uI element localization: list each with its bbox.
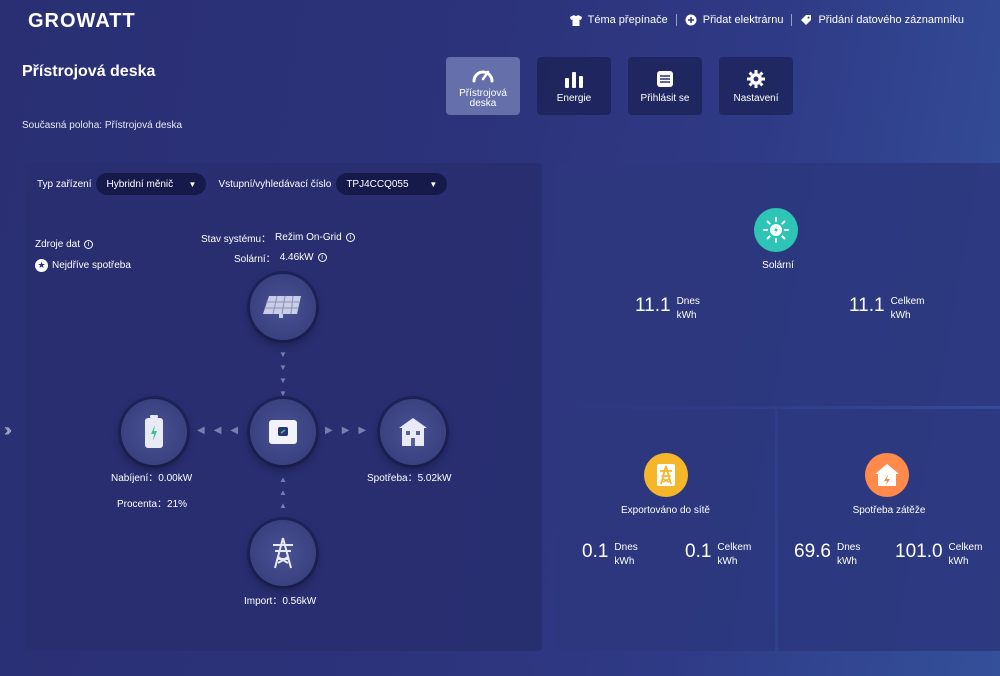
gauge-icon: [471, 63, 495, 85]
import-readout: Import：0.56kW: [244, 596, 317, 607]
consumption-readout: Spotřeba：5.02kW: [367, 473, 452, 484]
consumption-node[interactable]: [380, 399, 446, 465]
load-total: 101.0 Celkem kWh: [895, 541, 983, 567]
solar-card-title: Solární: [762, 260, 794, 271]
info-icon[interactable]: i: [345, 233, 355, 242]
percent-readout: Procenta：21%: [117, 499, 188, 510]
filters: Typ zařízení Hybridní měnič ▼ Vstupní/vy…: [37, 173, 448, 195]
tab-energy[interactable]: Energie: [537, 57, 611, 115]
solar-node[interactable]: [250, 274, 316, 340]
power-tower-icon: [273, 537, 293, 569]
device-type-label: Typ zařízení: [37, 178, 92, 190]
shirt-icon: [569, 14, 582, 26]
add-datalogger-link[interactable]: Přidání datového záznamníku: [800, 14, 964, 26]
data-source: Zdroje dat i ★ Nejdříve spotřeba: [35, 239, 131, 272]
expand-sidebar-icon[interactable]: ››: [4, 420, 12, 441]
data-source-title: Zdroje dat: [35, 239, 81, 250]
house-icon: [399, 418, 427, 446]
system-status: Stav systému： Režim On-Grid i: [201, 230, 355, 245]
solar-today: 11.1 Dnes kWh: [635, 295, 700, 321]
flow-arrows-left: ◀◀◀: [197, 425, 248, 436]
export-card-title: Exportováno do sítě: [621, 505, 710, 516]
export-today: 0.1 Dnes kWh: [582, 541, 638, 567]
solar-power: Solární： 4.46kW i: [234, 250, 327, 265]
export-total: 0.1 Celkem kWh: [685, 541, 752, 567]
info-icon[interactable]: i: [317, 253, 327, 262]
tag-icon: [800, 14, 812, 26]
top-links: Téma přepínače Přidat elektrárnu Přidání…: [569, 14, 964, 26]
solar-panel-icon: [263, 295, 301, 318]
load-card-title: Spotřeba zátěže: [852, 505, 926, 516]
star-icon: ★: [35, 259, 48, 272]
solar-card: Solární 11.1 Dnes kWh 11.1 Celkem kWh: [556, 163, 1000, 406]
inverter-icon: [269, 420, 297, 444]
divider: [791, 14, 793, 26]
data-source-option[interactable]: ★ Nejdříve spotřeba: [35, 259, 131, 272]
growatt-logo[interactable]: GROWATT: [28, 10, 136, 33]
page-title: Přístrojová deska: [22, 63, 156, 80]
main-tabs: Přístrojová deska Energie Přihlásit se N…: [446, 57, 793, 115]
grid-tower-icon: [644, 453, 688, 497]
load-card: Spotřeba zátěže 69.6 Dnes kWh 101.0 Celke…: [778, 409, 1000, 651]
grid-node[interactable]: [250, 520, 316, 586]
house-power-icon: [865, 453, 909, 497]
divider: [675, 14, 677, 26]
bar-chart-icon: [563, 68, 585, 90]
tab-log[interactable]: Přihlásit se: [628, 57, 702, 115]
inverter-node[interactable]: [250, 399, 316, 465]
plus-circle-icon: [685, 14, 697, 26]
flow-arrows-up: ▲ ▲ ▲: [279, 475, 287, 510]
export-card: Exportováno do sítě 0.1 Dnes kWh 0.1 Celk…: [556, 409, 775, 651]
serial-label: Vstupní/vyhledávací číslo: [218, 178, 332, 190]
log-icon: [655, 68, 675, 90]
solar-total: 11.1 Celkem kWh: [849, 295, 925, 321]
theme-switch-link[interactable]: Téma přepínače: [569, 14, 668, 26]
charging-readout: Nabíjení：0.00kW: [111, 473, 193, 484]
flow-arrows-down: ▼ ▼ ▼ ▼: [279, 350, 287, 398]
breadcrumb: Současná poloha: Přístrojová deska: [22, 120, 183, 131]
flow-arrows-right: ▶▶▶: [325, 425, 376, 436]
caret-down-icon: ▼: [429, 179, 438, 189]
tab-settings[interactable]: Nastavení: [719, 57, 793, 115]
load-today: 69.6 Dnes kWh: [794, 541, 861, 567]
battery-icon: [145, 415, 163, 448]
tab-dashboard[interactable]: Přístrojová deska: [446, 57, 520, 115]
flow-panel: Typ zařízení Hybridní měnič ▼ Vstupní/vy…: [25, 163, 542, 651]
gear-icon: [746, 68, 766, 90]
caret-down-icon: ▼: [188, 179, 197, 189]
sun-icon: [754, 208, 798, 252]
serial-select[interactable]: TPJ4CCQ055 ▼: [336, 173, 448, 195]
info-icon[interactable]: i: [84, 240, 94, 249]
device-type-select[interactable]: Hybridní měnič ▼: [96, 173, 207, 195]
battery-node[interactable]: [121, 399, 187, 465]
add-plant-link[interactable]: Přidat elektrárnu: [685, 14, 783, 26]
